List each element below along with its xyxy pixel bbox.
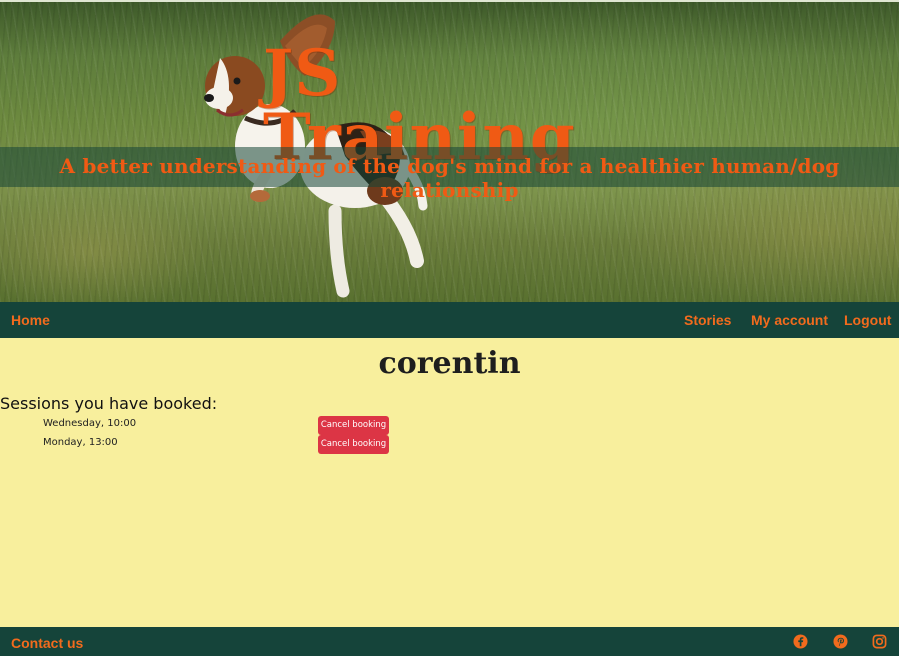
main-navbar: Home Stories My account Logout [0,302,899,338]
nav-stories-link[interactable]: Stories [684,312,731,328]
nav-logout-link[interactable]: Logout [844,312,891,328]
hero-banner: JS Training A better understanding of th… [0,0,899,304]
cancel-booking-button[interactable]: Cancel booking [318,435,389,454]
username-heading: corentin [378,346,521,381]
contact-us-link[interactable]: Contact us [11,635,83,651]
cancel-booking-button[interactable]: Cancel booking [318,416,389,435]
session-time: Wednesday, 10:00 [43,418,137,429]
session-row: Monday, 13:00 Cancel booking [0,435,899,455]
session-row: Wednesday, 10:00 Cancel booking [0,416,899,436]
instagram-icon[interactable] [872,634,887,649]
session-time: Monday, 13:00 [43,437,118,448]
nav-my-account-link[interactable]: My account [751,312,828,328]
nav-home-link[interactable]: Home [11,312,50,328]
account-content: corentin Sessions you have booked: Wedne… [0,338,899,627]
site-tagline: A better understanding of the dog's mind… [59,154,840,202]
sessions-heading: Sessions you have booked: [0,394,218,413]
pinterest-icon[interactable] [833,634,848,649]
facebook-icon[interactable] [793,634,808,649]
site-footer: Contact us [0,627,899,656]
